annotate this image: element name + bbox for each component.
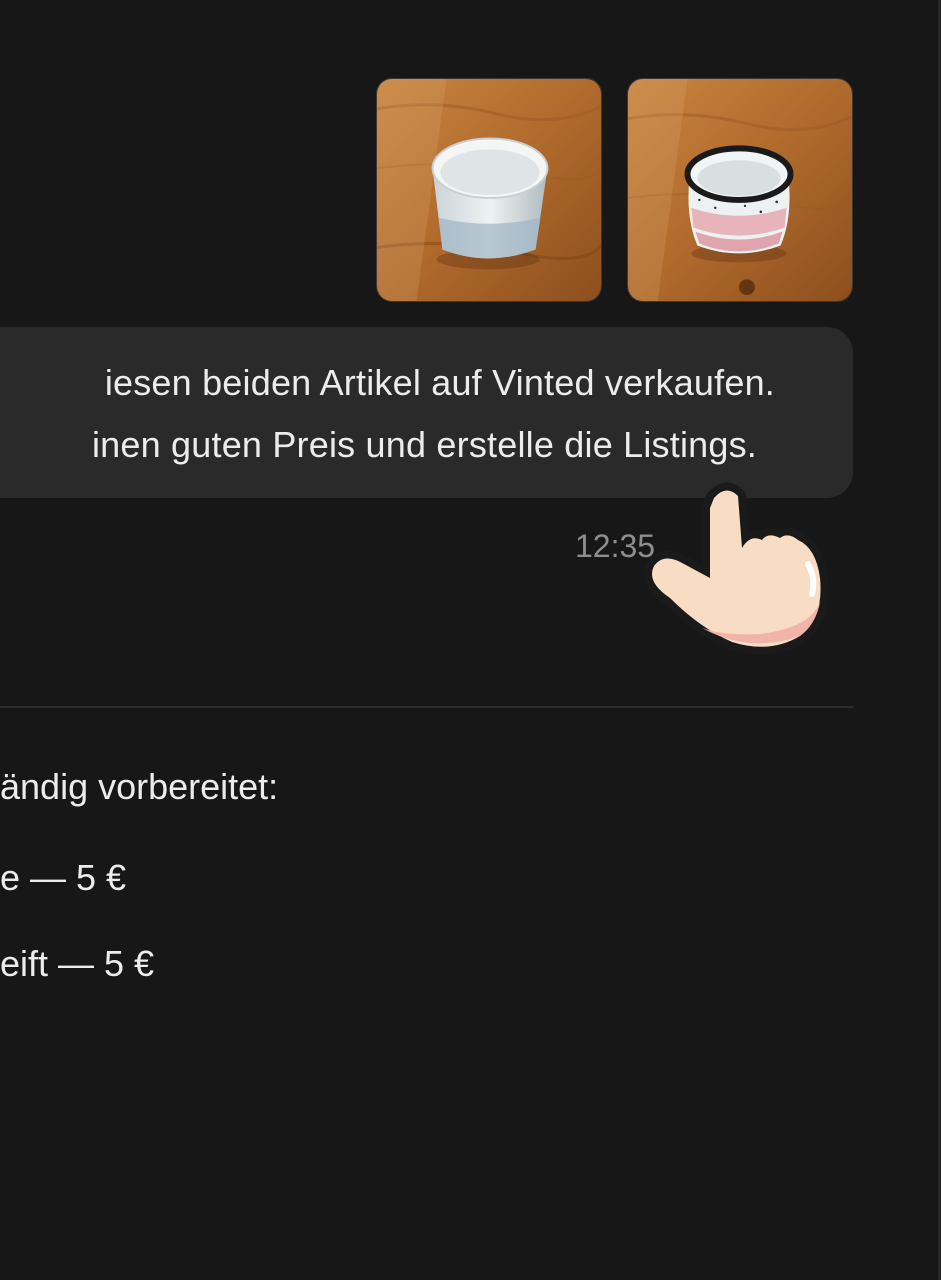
message-text-line: inen guten Preis und erstelle die Listin… xyxy=(91,424,757,465)
hand-pointer-icon xyxy=(644,482,829,655)
listing-item-2: eift — 5 € xyxy=(0,943,155,984)
attachment-photo-2[interactable] xyxy=(627,78,853,302)
attachment-photo-1[interactable] xyxy=(376,78,602,302)
photo-icon xyxy=(628,79,852,301)
message-text-line: iesen beiden Artikel auf Vinted verkaufe… xyxy=(104,362,775,403)
user-message-bubble[interactable]: iesen beiden Artikel auf Vinted verkaufe… xyxy=(0,327,853,498)
assistant-reply-intro: ändig vorbereitet: xyxy=(0,766,279,807)
photo-icon xyxy=(377,79,601,301)
listing-item-1: e — 5 € xyxy=(0,857,127,898)
section-divider xyxy=(0,706,853,708)
chat-view: iesen beiden Artikel auf Vinted verkaufe… xyxy=(0,0,941,1280)
